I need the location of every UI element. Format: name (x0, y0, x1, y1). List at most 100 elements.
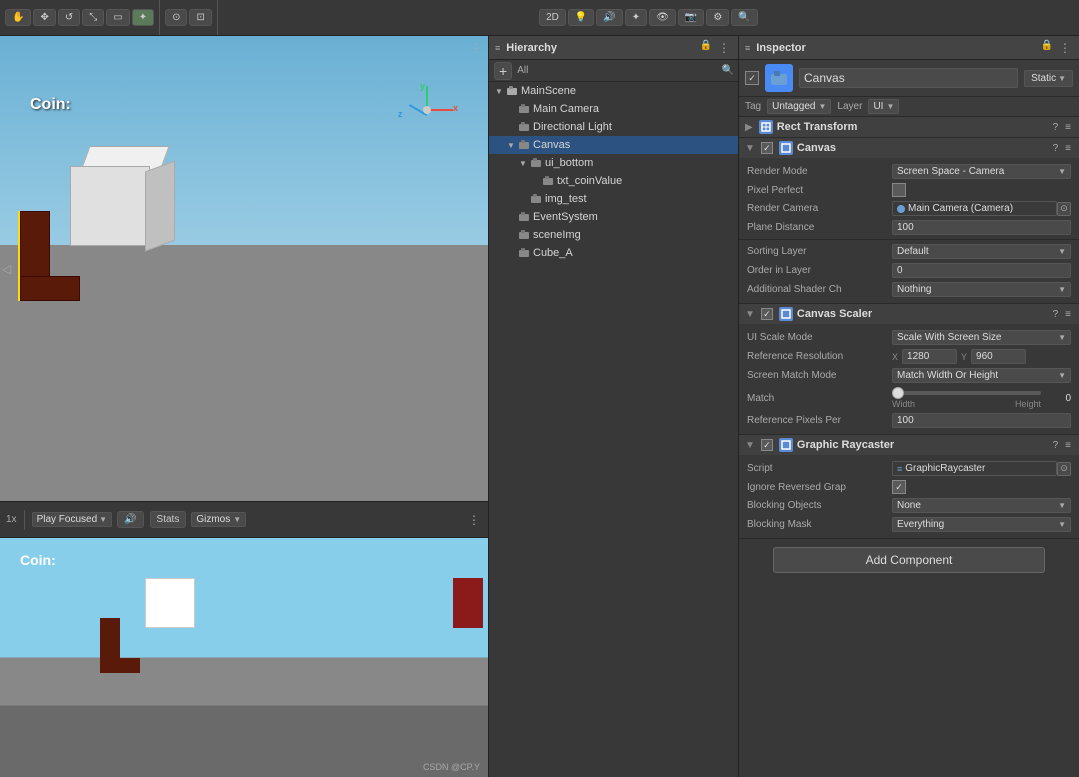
tree-arrow-txt (529, 175, 541, 187)
static-dropdown[interactable]: Static ▼ (1024, 70, 1073, 87)
ignore-reversed-checkbox[interactable] (892, 480, 906, 494)
effects-toggle[interactable]: ✦ (625, 9, 647, 26)
canvas-enabled-checkbox[interactable] (761, 142, 773, 154)
scene-left-arrow[interactable]: ◁ (0, 260, 13, 278)
object-name-input[interactable] (799, 68, 1018, 88)
object-enabled-checkbox[interactable]: ✓ (745, 71, 759, 85)
audio-mute-button[interactable]: 🔊 (117, 511, 143, 528)
tree-item-canvas[interactable]: ▼ Canvas (489, 136, 738, 154)
tag-dropdown[interactable]: Untagged ▼ (767, 99, 831, 114)
canvas-scaler-header[interactable]: ▼ Canvas Scaler ? ≡ (739, 304, 1079, 324)
tree-item-maincamera[interactable]: Main Camera (489, 100, 738, 118)
tree-item-mainscene[interactable]: ▼ MainScene (489, 82, 738, 100)
layer-dropdown[interactable]: UI ▼ (868, 99, 899, 114)
blocking-objects-dropdown[interactable]: None ▼ (892, 498, 1071, 513)
tree-item-ui-bottom[interactable]: ▼ ui_bottom (489, 154, 738, 172)
ref-res-y-input[interactable] (971, 349, 1026, 364)
bottom-bar-more[interactable]: ⋮ (466, 512, 482, 528)
raycaster-enabled-checkbox[interactable] (761, 439, 773, 451)
inspector-more-button[interactable]: ⋮ (1057, 40, 1073, 56)
center-tools: 2D 💡 🔊 ✦ 👁 📷 ⚙ 🔍 (218, 0, 1079, 35)
audio-toggle[interactable]: 🔊 (596, 9, 622, 26)
hierarchy-add-button[interactable]: + (494, 62, 512, 80)
plane-distance-input[interactable] (892, 220, 1071, 235)
tree-label-maincamera: Main Camera (533, 103, 599, 115)
sorting-layer-dropdown[interactable]: Default ▼ (892, 244, 1071, 259)
canvas-settings-button[interactable]: ≡ (1063, 143, 1073, 154)
hierarchy-content: ▼ MainScene Main Camera D (489, 82, 738, 777)
multi-tool[interactable]: ✦ (132, 9, 154, 26)
tree-item-cube-a[interactable]: Cube_A (489, 244, 738, 262)
order-in-layer-input[interactable] (892, 263, 1071, 278)
blocking-mask-row: Blocking Mask Everything ▼ (739, 515, 1079, 534)
hand-tool[interactable]: ✋ (5, 9, 31, 26)
rect-help-button[interactable]: ? (1051, 122, 1061, 133)
reference-pixels-input[interactable] (892, 413, 1071, 428)
tree-item-eventsystem[interactable]: EventSystem (489, 208, 738, 226)
canvas-component-icon (779, 141, 793, 155)
match-slider-thumb[interactable] (892, 387, 904, 399)
tree-item-sceneimg[interactable]: sceneImg (489, 226, 738, 244)
graphic-raycaster-name: Graphic Raycaster (797, 439, 1047, 451)
rect-settings-button[interactable]: ≡ (1063, 122, 1073, 133)
tree-icon-mainscene (505, 84, 519, 98)
hierarchy-tab-icon: ≡ (495, 43, 500, 53)
tree-item-txt-coinvalue[interactable]: txt_coinValue (489, 172, 738, 190)
ref-res-x-input[interactable] (902, 349, 957, 364)
tree-label-img: img_test (545, 193, 587, 205)
canvas-help-button[interactable]: ? (1051, 143, 1061, 154)
hierarchy-more-button[interactable]: ⋮ (716, 40, 732, 56)
add-component-button[interactable]: Add Component (773, 547, 1045, 573)
gizmos-toggle[interactable]: ⚙ (706, 9, 729, 26)
render-camera-link[interactable]: ⊙ (1057, 202, 1071, 216)
tree-item-directionallight[interactable]: Directional Light (489, 118, 738, 136)
rect-transform-name: Rect Transform (777, 121, 1047, 133)
tree-item-img-test[interactable]: img_test (489, 190, 738, 208)
scaler-settings-button[interactable]: ≡ (1063, 309, 1073, 320)
ui-scale-mode-dropdown[interactable]: Scale With Screen Size ▼ (892, 330, 1071, 345)
scene-canvas[interactable]: Coin: x y z (0, 36, 488, 501)
local-toggle[interactable]: ⊡ (189, 9, 211, 26)
camera-toggle[interactable]: 📷 (678, 9, 704, 26)
play-watermark: CSDN @CP.Y (423, 762, 480, 772)
hidden-toggle[interactable]: 👁 (649, 9, 676, 26)
play-focused-dropdown[interactable]: Play Focused ▼ (32, 512, 113, 527)
pixel-perfect-row: Pixel Perfect (739, 181, 1079, 199)
scene-more-button[interactable]: ⋮ (468, 40, 484, 56)
gizmos-arrow: ▼ (233, 515, 241, 524)
hierarchy-header: ≡ Hierarchy 🔒 ⋮ (489, 36, 738, 60)
render-mode-dropdown[interactable]: Screen Space - Camera ▼ (892, 164, 1071, 179)
raycaster-help-button[interactable]: ? (1051, 440, 1061, 451)
move-tool[interactable]: ✥ (33, 9, 55, 26)
graphic-raycaster-header[interactable]: ▼ Graphic Raycaster ? ≡ (739, 435, 1079, 455)
gizmo-center (423, 106, 431, 114)
screen-match-mode-dropdown[interactable]: Match Width Or Height ▼ (892, 368, 1071, 383)
screen-match-mode-row: Screen Match Mode Match Width Or Height … (739, 366, 1079, 385)
scaler-enabled-checkbox[interactable] (761, 308, 773, 320)
light-toggle[interactable]: 💡 (568, 9, 594, 26)
hierarchy-search-icon[interactable]: 🔍 (722, 65, 734, 76)
search-toggle[interactable]: 🔍 (731, 9, 757, 26)
rotate-tool[interactable]: ↺ (58, 9, 80, 26)
blocking-mask-dropdown[interactable]: Everything ▼ (892, 517, 1071, 532)
scaler-help-button[interactable]: ? (1051, 309, 1061, 320)
2d-toggle[interactable]: 2D (539, 9, 566, 26)
pivot-toggle[interactable]: ⊙ (165, 9, 187, 26)
match-slider-track[interactable] (892, 391, 1041, 395)
rect-tool[interactable]: ▭ (106, 9, 129, 26)
gizmo-x-axis (428, 109, 453, 111)
inspector-title: Inspector (756, 42, 806, 54)
rect-transform-header[interactable]: ▶ Rect Transform ? ≡ (739, 117, 1079, 137)
canvas-scaler-name: Canvas Scaler (797, 308, 1047, 320)
stats-button[interactable]: Stats (150, 511, 187, 528)
canvas-component-header[interactable]: ▼ Canvas ? ≡ (739, 138, 1079, 158)
hierarchy-lock-icon[interactable]: 🔒 (700, 40, 712, 52)
inspector-lock-icon[interactable]: 🔒 (1041, 40, 1053, 52)
scale-tool[interactable]: ⤡ (82, 9, 104, 26)
raycaster-settings-button[interactable]: ≡ (1063, 440, 1073, 451)
gizmos-dropdown[interactable]: Gizmos ▼ (191, 512, 246, 527)
tree-label-mainscene: MainScene (521, 85, 576, 97)
script-link-button[interactable]: ⊙ (1057, 462, 1071, 476)
additional-shader-dropdown[interactable]: Nothing ▼ (892, 282, 1071, 297)
pixel-perfect-checkbox[interactable] (892, 183, 906, 197)
